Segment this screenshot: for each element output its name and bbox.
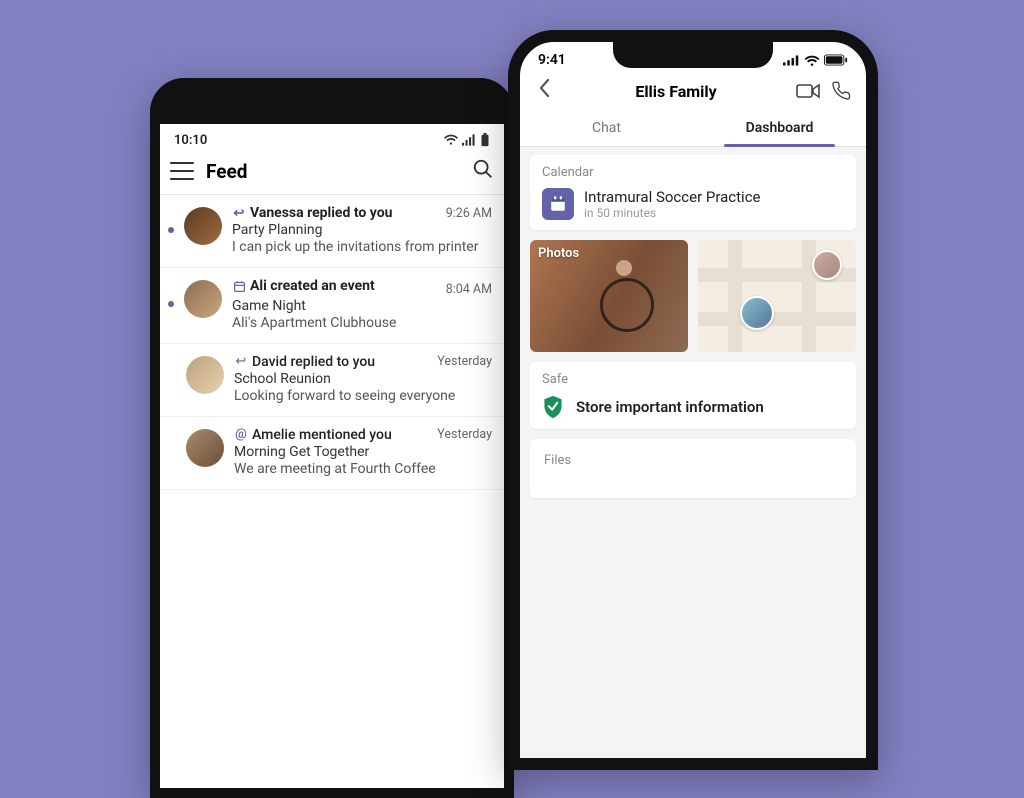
feed-header: Feed [160,152,504,195]
tab-chat[interactable]: Chat [520,112,693,146]
camera-dot [404,90,418,104]
search-icon[interactable] [472,158,494,184]
feed-title: Feed [206,160,460,183]
unread-indicator [168,227,174,233]
reply-icon: ↩ [232,206,246,221]
feed-time: 9:26 AM [446,206,492,221]
files-label: Files [542,449,844,468]
event-subtitle: in 50 minutes [584,206,761,220]
safe-label: Safe [542,372,844,387]
calendar-event: Intramural Soccer Practice in 50 minutes [542,188,844,220]
photos-tile[interactable]: Photos [530,240,688,352]
feed-item[interactable]: @ Amelie mentioned you Yesterday Morning… [160,417,504,490]
chat-header: Ellis Family [520,68,866,112]
feed-action-text: David replied to you [252,354,375,370]
call-icon[interactable] [830,79,854,103]
feed-item[interactable]: Ali created an event 8:04 AM Game Night … [160,268,504,344]
sensor-dot [270,92,280,102]
chat-title: Ellis Family [566,82,786,101]
files-card[interactable]: Files [530,439,856,498]
map-road [728,240,742,352]
status-icons [783,54,848,66]
feed-item[interactable]: ↩ David replied to you Yesterday School … [160,344,504,417]
calendar-icon [232,280,246,293]
status-time: 9:41 [538,52,566,68]
unread-spacer [170,427,176,477]
feed-time: Yesterday [437,427,492,442]
feed-snippet: Ali's Apartment Clubhouse [232,315,492,331]
status-icons [444,133,490,147]
calendar-card[interactable]: Calendar Intramural Soccer Practice in 5… [530,155,856,230]
iphone-frame: 9:41 Ellis Family Chat Dashboard Calenda… [508,30,878,770]
video-call-icon[interactable] [796,79,820,103]
safe-card[interactable]: Safe Store important information [530,362,856,429]
status-time: 10:10 [174,133,207,148]
signal-icon [462,134,476,146]
reply-icon: ↩ [234,354,248,369]
hamburger-menu-icon[interactable] [170,162,194,180]
feed-subject: Party Planning [232,222,492,238]
feed-snippet: Looking forward to seeing everyone [234,388,492,404]
dashboard-tiles: Photos [530,240,856,352]
battery-icon [824,54,848,66]
wifi-icon [444,134,458,146]
wifi-icon [804,54,820,66]
battery-icon [480,133,490,147]
feed-action-text: Amelie mentioned you [252,427,392,443]
feed-time: Yesterday [437,354,492,369]
feed-action-text: Ali created an event [250,278,375,294]
tabs: Chat Dashboard [520,112,866,147]
sensor-pill [272,94,392,100]
feed-time: 8:04 AM [446,282,492,297]
calendar-event-icon [542,188,574,220]
mention-icon: @ [234,427,248,442]
feed-action-text: Vanessa replied to you [250,205,392,221]
feed-snippet: I can pick up the invitations from print… [232,239,492,255]
map-avatar-pin [812,250,842,280]
feed-action: ↩ David replied to you [234,354,375,370]
feed-subject: School Reunion [234,371,492,387]
android-phone-frame: 10:10 Feed ↩ Vanessa replied to you 9: [150,78,514,798]
shield-icon [542,395,564,419]
android-status-bar: 10:10 [160,124,504,152]
feed-action: ↩ Vanessa replied to you [232,205,392,221]
avatar [184,280,222,318]
calendar-label: Calendar [542,165,844,180]
location-tile[interactable] [698,240,856,352]
event-title: Intramural Soccer Practice [584,188,761,206]
avatar [186,429,224,467]
safe-text: Store important information [576,398,764,416]
unread-indicator [168,301,174,307]
dashboard-body: Calendar Intramural Soccer Practice in 5… [520,147,866,770]
photos-label: Photos [538,246,579,261]
map-avatar-pin [740,296,774,330]
feed-item[interactable]: ↩ Vanessa replied to you 9:26 AM Party P… [160,195,504,268]
avatar [184,207,222,245]
avatar [186,356,224,394]
feed-subject: Morning Get Together [234,444,492,460]
signal-icon [783,55,800,66]
iphone-notch [613,42,773,68]
feed-action: Ali created an event [232,278,375,294]
back-icon[interactable] [532,76,556,106]
feed-snippet: We are meeting at Fourth Coffee [234,461,492,477]
feed-list: ↩ Vanessa replied to you 9:26 AM Party P… [160,195,504,490]
tab-dashboard[interactable]: Dashboard [693,112,866,146]
map-road [698,312,856,326]
unread-spacer [170,354,176,404]
feed-subject: Game Night [232,298,492,314]
feed-action: @ Amelie mentioned you [234,427,392,443]
